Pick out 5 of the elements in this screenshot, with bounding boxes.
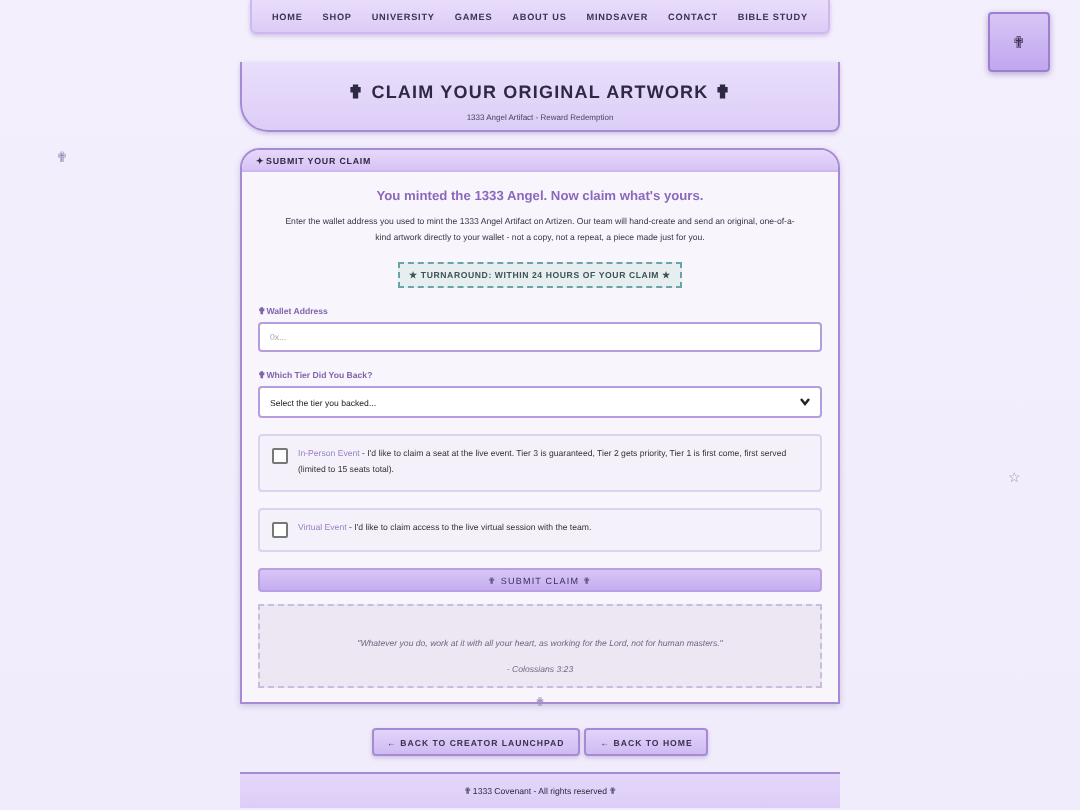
checkbox[interactable] xyxy=(272,448,288,464)
checkbox[interactable] xyxy=(272,522,288,538)
page-title: ✟ CLAIM YOUR ORIGINAL ARTWORK ✟ xyxy=(348,82,732,102)
cross-button[interactable]: ✟ xyxy=(988,12,1050,72)
chevron-down-icon xyxy=(800,398,810,406)
